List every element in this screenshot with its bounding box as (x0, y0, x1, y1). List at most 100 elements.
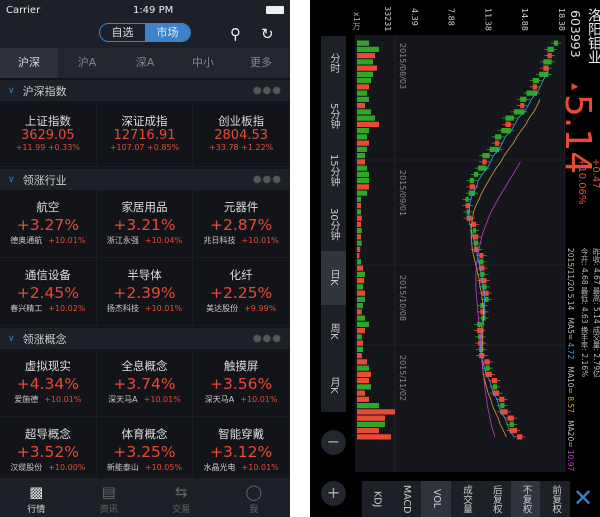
period-tab[interactable]: 日K (321, 250, 346, 305)
market-cell[interactable]: 创业板指 2804.53 +33.78 +1.22% (193, 101, 290, 167)
candle (484, 296, 489, 302)
tab-trade[interactable]: ⇆ 交易 (145, 478, 218, 517)
market-tab[interactable]: 沪A (58, 48, 116, 78)
indicator-tab[interactable]: 成交量 (451, 481, 481, 517)
market-cell[interactable]: 上证指数 3629.05 +11.99 +0.33% (0, 101, 97, 167)
indicator-tab[interactable]: 不复权 (510, 481, 541, 517)
market-cell[interactable]: 深证成指 12716.91 +107.07 +0.85% (96, 101, 194, 167)
indicator-tabs: KDJ MACD VOL 成交量 后复权 不复权 前复权 (362, 481, 570, 517)
period-tab[interactable]: 分时 (321, 36, 346, 90)
market-tab[interactable]: 沪深 (0, 48, 58, 78)
section-header[interactable]: ∨ 领涨概念 ●●● (0, 326, 290, 349)
vol-max: 33231 (383, 6, 392, 32)
market-cell[interactable]: 航空 +3.27% 德奥通航 +10.01% (0, 190, 97, 258)
cell-change: +10.01% (44, 395, 82, 404)
market-cell[interactable]: 虚拟现实 +4.34% 爱施德 +10.01% (0, 349, 97, 417)
tab-label: 交易 (172, 505, 191, 515)
price-change-pct: +10.06% (576, 158, 587, 205)
volume-bar (357, 315, 365, 321)
volume-bar (357, 90, 367, 96)
volume-bar (357, 290, 365, 296)
cell-change: +11.99 +0.33% (15, 143, 80, 152)
indicator-tab[interactable]: VOL (421, 481, 452, 517)
cell-sub: 美达股份 +9.99% (193, 303, 289, 314)
zoom-in-button[interactable]: + (321, 481, 346, 506)
market-cell[interactable]: 半导体 +2.39% 扬杰科技 +10.01% (96, 258, 194, 326)
candle (517, 434, 523, 440)
quote-line-2: 今开: 4.68 最低: 4.63 换手率: 2.16% (580, 248, 589, 378)
volume-bar (357, 353, 362, 359)
indicator-tab[interactable]: KDJ (362, 481, 392, 517)
ma5-value: 4.72 (566, 342, 575, 360)
market-tab[interactable]: 深A (116, 48, 174, 78)
price-tick: 11.38 (483, 8, 493, 31)
volume-bar (357, 203, 361, 209)
period-tab[interactable]: 周K (321, 305, 346, 359)
kline-chart[interactable] (310, 0, 600, 517)
tab-user[interactable]: ◯ 我 (218, 478, 291, 517)
more-icon[interactable]: ●●● (253, 174, 282, 185)
clock: 1:49 PM (132, 4, 174, 16)
volume-bar (357, 359, 367, 365)
period-tab[interactable]: 30分钟 (321, 197, 346, 251)
market-screen: Carrier 1:49 PM 自选 市场 ⚲ ↻ 沪深 沪A 深A 中小 更多 ∨ 沪深… (0, 0, 290, 517)
cell-value: +3.27% (16, 216, 79, 234)
indicator-tab[interactable]: 后复权 (481, 481, 511, 517)
volume-bar (357, 390, 365, 396)
market-tab[interactable]: 更多 (232, 48, 290, 78)
period-tab[interactable]: 5分钟 (321, 90, 346, 144)
tab-bar: ▩ 行情 ▤ 资讯 ⇆ 交易 ◯ 我 (0, 478, 290, 517)
market-cell[interactable]: 通信设备 +2.45% 春兴精工 +10.02% (0, 258, 97, 326)
candle (480, 278, 487, 284)
candle (507, 415, 514, 421)
candle (494, 134, 502, 140)
cell-change: +10.01% (144, 304, 183, 313)
tab-chart[interactable]: ▩ 行情 (0, 478, 73, 517)
cell-change: +10.01% (143, 395, 181, 404)
period-tab[interactable]: 15分钟 (321, 143, 346, 197)
seg-watchlist[interactable]: 自选 (100, 24, 145, 41)
volume-bar (357, 78, 371, 84)
cell-sub: 深天马A +10.01% (193, 394, 289, 405)
more-icon[interactable]: ●●● (253, 333, 282, 344)
market-cell[interactable]: 化纤 +2.25% 美达股份 +9.99% (193, 258, 290, 326)
cell-name: 半导体 (127, 268, 162, 282)
cell-name: 家居用品 (121, 200, 168, 214)
market-cell[interactable]: 智能穿戴 +3.12% 水晶光电 +10.01% (193, 417, 290, 485)
tab-label: 行情 (27, 505, 46, 515)
candle (494, 140, 500, 146)
cell-sub: +107.07 +0.85% (97, 143, 193, 152)
volume-bar (357, 246, 361, 252)
cell-sub: 德奥通航 +10.01% (0, 235, 96, 246)
candle (482, 159, 487, 165)
zoom-out-button[interactable]: − (321, 430, 346, 455)
market-cell[interactable]: 元器件 +2.87% 兆日科技 +10.01% (193, 190, 290, 258)
market-tab[interactable]: 中小 (174, 48, 232, 78)
chevron-down-icon: ∨ (8, 174, 15, 185)
candle (491, 378, 498, 384)
market-cell[interactable]: 体育概念 +3.25% 新能泰山 +10.05% (96, 417, 194, 485)
user-icon: ◯ (245, 483, 263, 501)
volume-bar (357, 253, 360, 259)
candle (482, 153, 490, 159)
section-header[interactable]: ∨ 领涨行业 ●●● (0, 167, 290, 190)
market-cell[interactable]: 触摸屏 +3.56% 深天马A +10.01% (193, 349, 290, 417)
close-icon[interactable]: ✕ (573, 484, 593, 512)
leading-stock: 美达股份 (206, 304, 239, 313)
volume-bar (357, 321, 369, 327)
seg-market[interactable]: 市场 (145, 24, 190, 41)
market-cell[interactable]: 超导概念 +3.52% 汉缆股份 +10.00% (0, 417, 97, 485)
search-icon[interactable]: ⚲ (230, 25, 241, 43)
period-tab[interactable]: 月K (321, 358, 346, 412)
tab-news[interactable]: ▤ 资讯 (73, 478, 146, 517)
more-icon[interactable]: ●●● (253, 85, 282, 96)
indicator-tab[interactable]: 前复权 (540, 481, 570, 517)
refresh-icon[interactable]: ↻ (261, 25, 274, 43)
section-header[interactable]: ∨ 沪深指数 ●●● (0, 78, 290, 101)
indicator-tab[interactable]: MACD (392, 481, 422, 517)
market-cell[interactable]: 全息概念 +3.74% 深天马A +10.01% (96, 349, 194, 417)
candle (472, 228, 477, 234)
market-cell[interactable]: 家居用品 +3.21% 浙江永强 +10.04% (96, 190, 194, 258)
cell-value: +2.45% (16, 284, 79, 302)
cell-change: +10.04% (144, 236, 183, 245)
